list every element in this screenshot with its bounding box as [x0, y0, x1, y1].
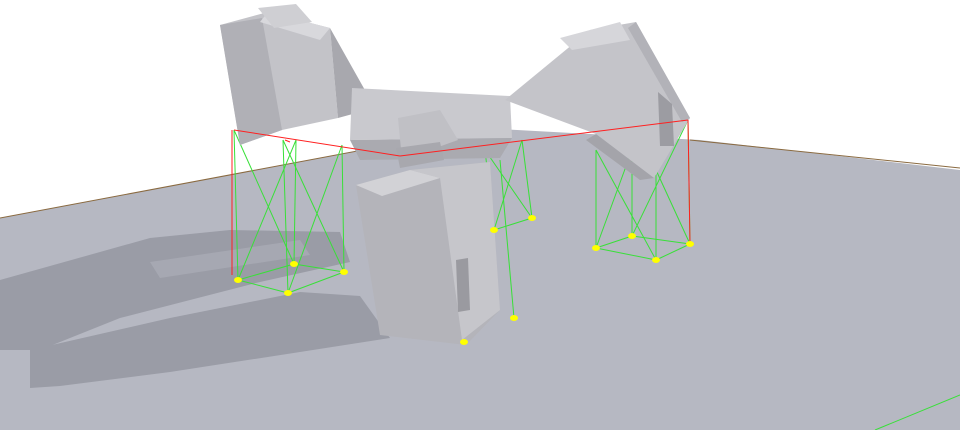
scene-canvas [0, 0, 960, 430]
3d-physics-viewport[interactable] [0, 0, 960, 430]
